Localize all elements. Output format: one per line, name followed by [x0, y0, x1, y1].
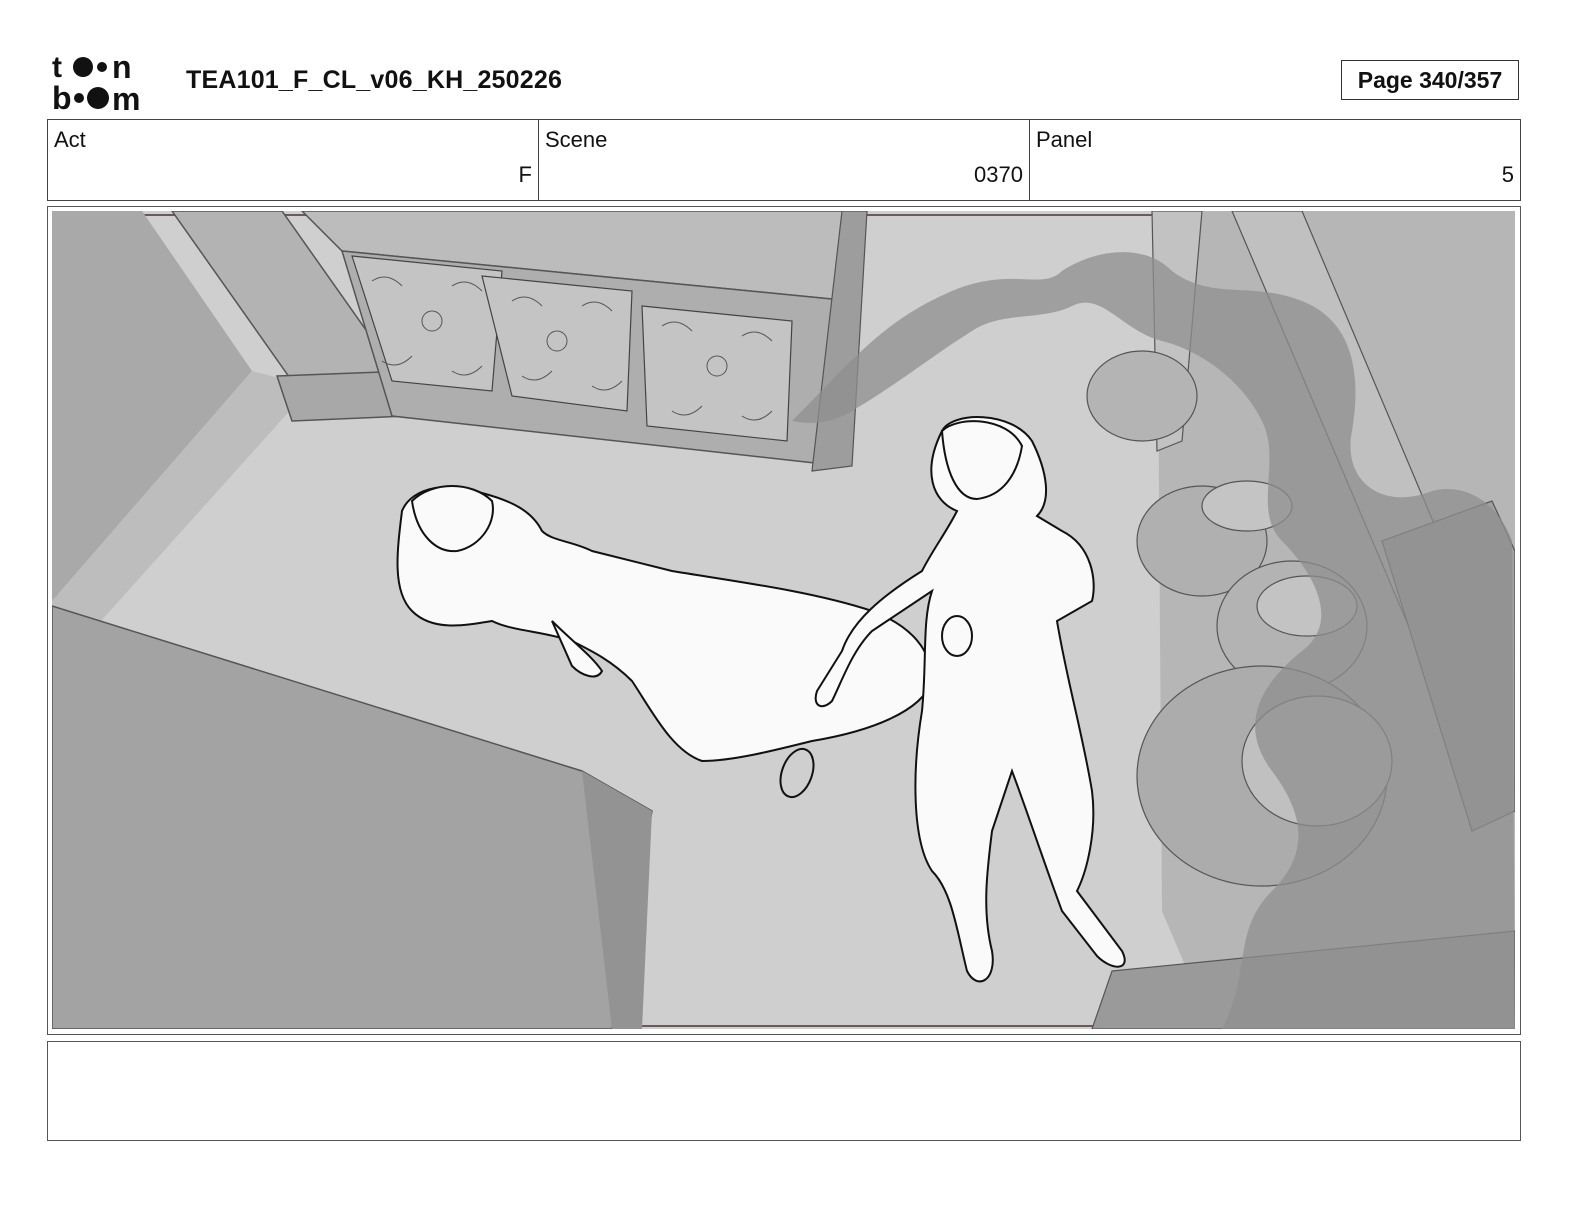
act-label: Act	[54, 127, 86, 152]
toon-boom-logo: t n b m	[52, 52, 140, 112]
scene-label: Scene	[545, 127, 608, 152]
document-title: TEA101_F_CL_v06_KH_250226	[186, 66, 563, 94]
panel-label: Panel	[1036, 127, 1093, 152]
panel-cell: Panel 5	[1030, 120, 1520, 200]
storyboard-info-table: Act F Scene 0370 Panel 5	[47, 119, 1521, 201]
svg-text:b: b	[52, 80, 72, 112]
panel-sketch-image	[52, 211, 1515, 1029]
panel-notes-box	[47, 1041, 1521, 1141]
page-indicator-text: Page 340/357	[1357, 66, 1503, 93]
storyboard-panel	[47, 206, 1521, 1035]
scene-value: 0370	[974, 162, 1023, 187]
act-cell: Act F	[48, 120, 539, 200]
panel-value: 5	[1501, 162, 1514, 187]
act-value: F	[518, 162, 532, 187]
page-indicator: Page 340/357	[1341, 60, 1519, 100]
scene-cell: Scene 0370	[539, 120, 1030, 200]
svg-text:m: m	[112, 81, 140, 112]
